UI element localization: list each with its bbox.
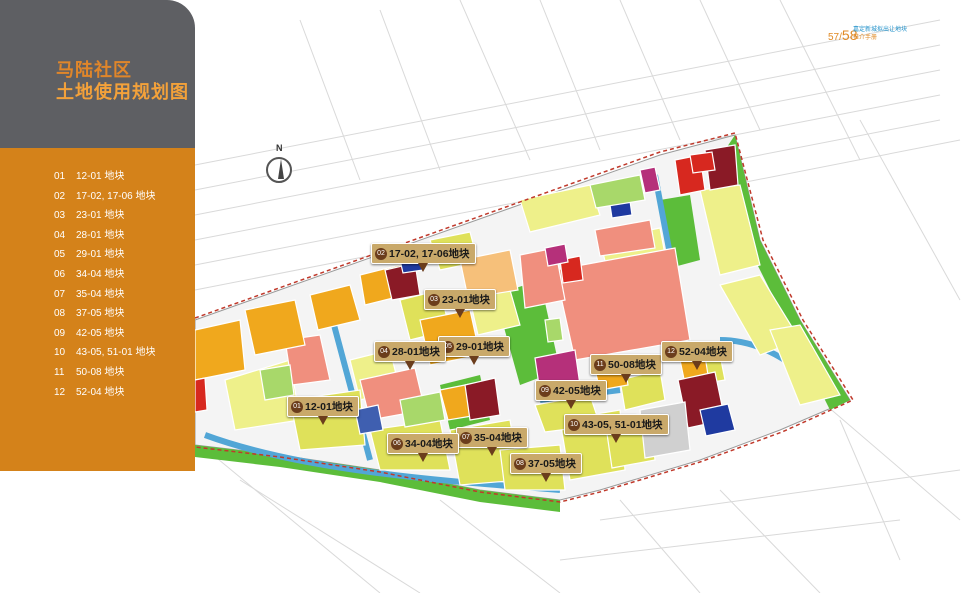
title-panel: 马陆社区 土地使用规划图 — [0, 0, 195, 148]
parcel-list-item: 08 37-05 地块 — [54, 304, 156, 324]
tag-number: 10 — [568, 418, 580, 431]
header-line2: 推介手册 — [853, 35, 878, 41]
parcel-number: 02 — [54, 190, 66, 202]
parcel-list-item: 06 34-04 地块 — [54, 265, 156, 285]
tag-label: 23-01地块 — [442, 294, 490, 306]
tag-pointer-icon — [540, 473, 551, 482]
map-parcel-tag[interactable]: 10 43-05, 51-01地块 — [564, 414, 669, 443]
parcel-list-item: 12 52-04 地块 — [54, 383, 156, 403]
header-text: 嘉定新城拟出让地块 推介手册 — [853, 26, 907, 42]
north-arrow-icon: N — [264, 143, 296, 191]
tag-number: 08 — [514, 457, 526, 470]
parcel-label: 50-08 地块 — [76, 366, 125, 378]
map-parcel-tag[interactable]: 02 17-02, 17-06地块 — [371, 243, 476, 272]
tag-label: 17-02, 17-06地块 — [389, 248, 470, 260]
tag-number: 12 — [665, 345, 677, 358]
parcel-list-item: 04 28-01 地块 — [54, 226, 156, 246]
map-parcel-tag[interactable]: 03 23-01地块 — [424, 289, 496, 318]
parcel-list: 01 12-01 地块 02 17-02, 17-06 地块 03 23-01 地块 04 2… — [54, 167, 156, 402]
tag-pointer-icon — [691, 361, 702, 370]
tag-number: 04 — [378, 345, 390, 358]
parcel-label: 28-01 地块 — [76, 229, 125, 241]
map-parcel-tag[interactable]: 04 28-01地块 — [374, 341, 446, 370]
tag-pointer-icon — [417, 453, 428, 462]
page-current: 57 — [828, 32, 840, 43]
tag-label: 50-08地块 — [608, 359, 656, 371]
tag-label: 29-01地块 — [456, 341, 504, 353]
parcel-number: 03 — [54, 210, 66, 222]
parcel-label: 34-04 地块 — [76, 268, 125, 280]
parcel-label: 29-01 地块 — [76, 249, 125, 261]
parcel-list-item: 11 50-08 地块 — [54, 363, 156, 383]
parcel-list-item: 09 42-05 地块 — [54, 324, 156, 344]
map-parcel-tag[interactable]: 01 12-01地块 — [287, 396, 359, 425]
parcel-number: 08 — [54, 308, 66, 320]
parcel-number: 09 — [54, 327, 66, 339]
tag-number: 11 — [594, 358, 606, 371]
parcel-number: 04 — [54, 229, 66, 241]
tag-pointer-icon — [468, 356, 479, 365]
tag-number: 06 — [391, 437, 403, 450]
tag-pointer-icon — [565, 400, 576, 409]
tag-label: 12-01地块 — [305, 401, 353, 413]
tag-number: 09 — [539, 384, 551, 397]
tag-label: 43-05, 51-01地块 — [582, 419, 663, 431]
tag-number: 01 — [291, 400, 303, 413]
parcel-list-item: 07 35-04 地块 — [54, 285, 156, 305]
parcel-number: 12 — [54, 386, 66, 398]
map-parcel-tag[interactable]: 11 50-08地块 — [590, 354, 662, 383]
parcel-label: 17-02, 17-06 地块 — [76, 190, 156, 202]
parcel-list-item: 01 12-01 地块 — [54, 167, 156, 187]
tag-pointer-icon — [454, 309, 465, 318]
tag-pointer-icon — [404, 361, 415, 370]
tag-pointer-icon — [620, 374, 631, 383]
tag-number: 07 — [460, 431, 472, 444]
compass-needle — [278, 159, 284, 179]
map-parcel-tag[interactable]: 12 52-04地块 — [661, 341, 733, 370]
parcel-number: 07 — [54, 288, 66, 300]
map-parcel-tag[interactable]: 07 35-04地块 — [456, 427, 528, 456]
tag-label: 35-04地块 — [474, 432, 522, 444]
parcel-label: 12-01 地块 — [76, 171, 125, 182]
parcel-number: 11 — [54, 366, 65, 378]
tag-number: 03 — [428, 293, 440, 306]
parcel-list-item: 02 17-02, 17-06 地块 — [54, 187, 156, 207]
map-title: 土地使用规划图 — [56, 82, 189, 102]
tag-pointer-icon — [317, 416, 328, 425]
tag-pointer-icon — [418, 263, 429, 272]
north-label: N — [276, 143, 283, 153]
map-parcel-tag[interactable]: 05 29-01地块 — [438, 336, 510, 365]
tag-label: 34-04地块 — [405, 438, 453, 450]
tag-pointer-icon — [611, 434, 622, 443]
parcel-number: 06 — [54, 268, 66, 280]
parcel-list-item: 10 43-05, 51-01 地块 — [54, 343, 156, 363]
map-parcel-tag[interactable]: 06 34-04地块 — [387, 433, 459, 462]
tag-pointer-icon — [486, 447, 497, 456]
parcel-number: 01 — [54, 171, 66, 182]
tag-number: 02 — [375, 247, 387, 260]
parcel-number: 10 — [54, 347, 66, 359]
parcel-list-item: 05 29-01 地块 — [54, 245, 156, 265]
header-line1: 嘉定新城拟出让地块 — [853, 27, 908, 33]
parcel-label: 23-01 地块 — [76, 210, 125, 222]
tag-label: 42-05地块 — [553, 385, 601, 397]
parcel-label: 35-04 地块 — [76, 288, 125, 300]
parcel-number: 05 — [54, 249, 66, 261]
parcel-label: 42-05 地块 — [76, 327, 125, 339]
tag-label: 28-01地块 — [392, 346, 440, 358]
map-parcel-tag[interactable]: 08 37-05地块 — [510, 453, 582, 482]
parcel-label: 52-04 地块 — [76, 386, 125, 398]
parcel-list-item: 03 23-01 地块 — [54, 206, 156, 226]
map-parcel-tag[interactable]: 09 42-05地块 — [535, 380, 607, 409]
tag-label: 37-05地块 — [528, 458, 576, 470]
parcel-label: 37-05 地块 — [76, 308, 125, 320]
parcel-list-panel: 01 12-01 地块 02 17-02, 17-06 地块 03 23-01 地块 04 2… — [0, 148, 195, 471]
parcel-label: 43-05, 51-01 地块 — [76, 347, 156, 359]
tag-label: 52-04地块 — [679, 346, 727, 358]
